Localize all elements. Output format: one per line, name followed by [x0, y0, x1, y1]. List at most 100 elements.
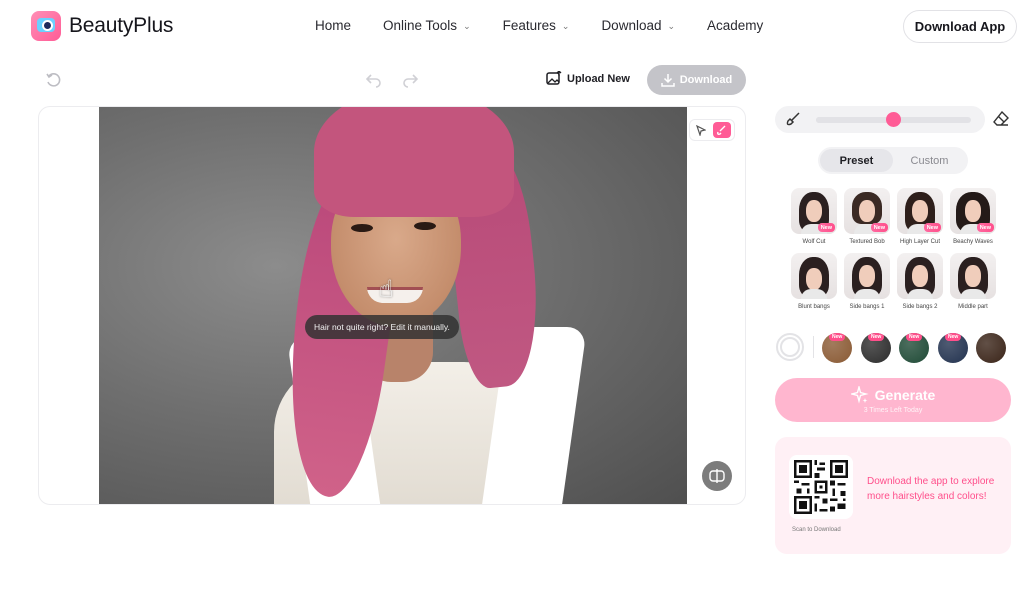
- download-icon: [660, 74, 675, 87]
- style-label: Side bangs 2: [902, 304, 938, 310]
- new-badge: New: [906, 333, 923, 341]
- app-promo-card: Scan to Download Download the app to exp…: [775, 437, 1011, 554]
- color-swatch[interactable]: New: [938, 333, 968, 363]
- download-label: Download: [679, 74, 733, 86]
- thumb-body: [960, 289, 986, 299]
- thumb-face: [965, 200, 981, 222]
- hand-cursor-icon: ☝: [379, 276, 394, 303]
- thumb-face: [859, 200, 875, 222]
- style-label: Beachy Waves: [953, 239, 993, 245]
- new-badge: New: [945, 333, 962, 341]
- download-button[interactable]: Download: [647, 65, 746, 95]
- new-badge: New: [976, 223, 994, 232]
- canvas-tools: [689, 119, 735, 141]
- nav-features[interactable]: Features ⌄: [503, 18, 570, 33]
- nav-label: Download: [601, 18, 662, 33]
- color-swatch[interactable]: New: [822, 333, 852, 363]
- style-thumbnail: New: [950, 188, 996, 234]
- upload-new-button[interactable]: Upload New: [546, 71, 630, 86]
- generate-label: Generate: [874, 387, 936, 403]
- no-color-icon[interactable]: [776, 333, 804, 361]
- eraser-icon[interactable]: [993, 110, 1009, 131]
- beautyplus-logo-icon: [31, 11, 61, 41]
- portrait-photo[interactable]: ☝ Hair not quite right? Edit it manually…: [99, 107, 687, 504]
- generate-remaining: 3 Times Left Today: [863, 407, 923, 414]
- thumb-face: [912, 265, 928, 287]
- style-side-bangs-2[interactable]: Side bangs 2: [897, 253, 943, 310]
- brush-tool-icon[interactable]: [712, 122, 731, 138]
- style-middle-part[interactable]: Middle part: [950, 253, 996, 310]
- brand-logo[interactable]: BeautyPlus: [31, 11, 173, 41]
- style-beachy-waves[interactable]: New Beachy Waves: [950, 188, 996, 245]
- chevron-down-icon: ⌄: [463, 21, 471, 31]
- qr-code: [789, 455, 853, 519]
- style-textured-bob[interactable]: New Textured Bob: [844, 188, 890, 245]
- style-label: Middle part: [958, 304, 988, 310]
- style-wolf-cut[interactable]: New Wolf Cut: [791, 188, 837, 245]
- chevron-down-icon: ⌄: [561, 21, 570, 31]
- nav-download[interactable]: Download ⌄: [601, 18, 675, 33]
- thumb-face: [912, 200, 928, 222]
- promo-text: Download the app to explore more hairsty…: [867, 476, 995, 502]
- nav-home[interactable]: Home: [315, 18, 351, 33]
- style-thumbnail: New: [844, 188, 890, 234]
- reset-icon[interactable]: [43, 70, 63, 90]
- photo-eye-left: [351, 224, 373, 232]
- redo-icon[interactable]: [400, 70, 420, 90]
- style-thumbnail: [897, 253, 943, 299]
- thumb-body: [907, 289, 933, 299]
- nav-label: Home: [315, 18, 352, 33]
- style-label: High Layer Cut: [899, 239, 941, 245]
- nav-label: Online Tools: [383, 18, 458, 33]
- style-thumbnail: [950, 253, 996, 299]
- scan-to-download-label: Scan to Download: [792, 527, 841, 533]
- photo-mouth: [367, 287, 423, 303]
- style-blunt-bangs[interactable]: Blunt bangs: [791, 253, 837, 310]
- color-swatch[interactable]: [976, 333, 1006, 363]
- brush-size-slider[interactable]: [816, 112, 971, 127]
- hair-color-row: New New New New: [776, 333, 1024, 363]
- style-high-layer-cut[interactable]: New High Layer Cut: [897, 188, 943, 245]
- edit-hint-tooltip: Hair not quite right? Edit it manually.: [305, 315, 459, 339]
- compare-button[interactable]: [702, 461, 732, 491]
- site-header: BeautyPlus Home Online Tools ⌄ Features ⌄ …: [0, 0, 1024, 54]
- tab-preset[interactable]: Preset: [820, 149, 893, 172]
- image-upload-icon: [546, 71, 562, 85]
- editor-toolbar: Upload New Download: [0, 64, 760, 96]
- generate-button[interactable]: Generate 3 Times Left Today: [775, 378, 1011, 422]
- new-badge: New: [923, 223, 941, 232]
- style-label: Wolf Cut: [802, 239, 826, 245]
- brush-size-control: [775, 106, 985, 133]
- undo-icon[interactable]: [363, 70, 383, 90]
- nav-label: Academy: [707, 18, 764, 33]
- thumb-face: [806, 268, 822, 290]
- thumb-face: [859, 265, 875, 287]
- select-arrow-icon[interactable]: [693, 122, 709, 138]
- compare-icon: [709, 469, 725, 483]
- new-badge: New: [829, 333, 846, 341]
- brush-size-thumb[interactable]: [886, 112, 901, 127]
- main-nav: Home Online Tools ⌄ Features ⌄ Download ⌄ A…: [315, 18, 763, 33]
- color-swatch[interactable]: New: [861, 333, 891, 363]
- thumb-face: [965, 265, 981, 287]
- style-thumbnail: New: [791, 188, 837, 234]
- sparkle-icon: [850, 386, 869, 404]
- thumb-body: [854, 289, 880, 299]
- style-thumbnail: New: [897, 188, 943, 234]
- chevron-down-icon: ⌄: [667, 21, 676, 31]
- download-app-button[interactable]: Download App: [903, 10, 1017, 43]
- color-swatch[interactable]: New: [899, 333, 929, 363]
- style-label: Textured Bob: [849, 239, 885, 245]
- nav-academy[interactable]: Academy: [707, 18, 763, 33]
- thumb-face: [806, 200, 822, 222]
- tab-custom[interactable]: Custom: [893, 149, 966, 172]
- brand-name: BeautyPlus: [69, 14, 174, 37]
- editor-canvas[interactable]: ☝ Hair not quite right? Edit it manually…: [38, 106, 746, 505]
- style-thumbnail: [844, 253, 890, 299]
- brush-icon: [786, 112, 800, 126]
- divider: [813, 336, 814, 358]
- hairstyle-grid: New Wolf Cut New Textured Bob New High L…: [776, 186, 1024, 314]
- style-mode-tabs: Preset Custom: [818, 147, 968, 174]
- style-side-bangs-1[interactable]: Side bangs 1: [844, 253, 890, 310]
- nav-online-tools[interactable]: Online Tools ⌄: [383, 18, 471, 33]
